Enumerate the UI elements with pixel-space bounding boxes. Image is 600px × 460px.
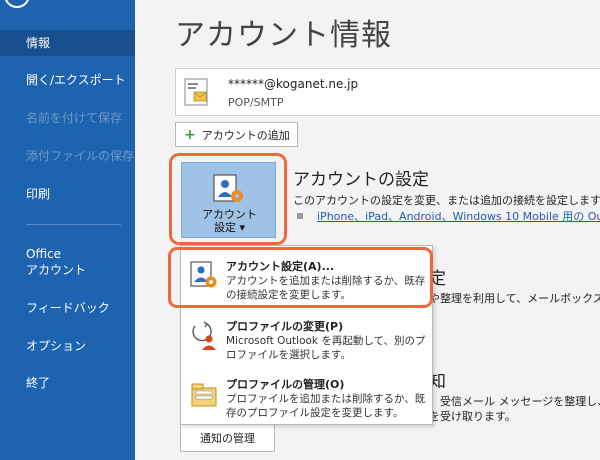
sidebar-item-exit[interactable]: 終了: [0, 375, 135, 391]
account-type: POP/SMTP: [228, 96, 284, 109]
sidebar-item-info[interactable]: 情報: [0, 30, 135, 56]
settings-button-highlight: アカウント 設定 ▾: [169, 153, 287, 245]
sidebar-item-save-attachments: 添付ファイルの保存: [26, 149, 135, 163]
add-account-button[interactable]: + アカウントの追加: [175, 122, 298, 147]
manage-profiles-icon: [191, 383, 217, 407]
rules-alerts-desc-tail-2: を受け取ります。: [429, 410, 516, 423]
menu-item-change-profile[interactable]: プロファイルの変更(P) Microsoft Outlook を再起動して、別の…: [181, 310, 432, 366]
sidebar-item-save-as: 名前を付けて保存: [26, 111, 123, 125]
sidebar-divider: [26, 224, 121, 225]
backstage-sidebar: 情報 開く/エクスポート 名前を付けて保存 添付ファイルの保存 印刷 Offic…: [0, 0, 135, 460]
sidebar-item-options[interactable]: オプション: [0, 338, 135, 354]
account-settings-title: アカウントの設定: [293, 170, 429, 190]
rules-alerts-desc-tail-1: 、受信メール メッセージを整理し、: [429, 395, 600, 408]
account-selector[interactable]: ******@koganet.ne.jp POP/SMTP: [175, 68, 600, 116]
page-title: アカウント情報: [175, 18, 392, 53]
bullet-icon: [297, 213, 303, 219]
mail-account-icon: [184, 78, 208, 106]
account-settings-button[interactable]: アカウント 設定 ▾: [181, 162, 276, 238]
sidebar-item-feedback[interactable]: フィードバック: [0, 300, 135, 316]
mailbox-settings-desc-tail: や整理を利用して、メールボックスの: [429, 292, 600, 305]
account-settings-icon: [213, 174, 243, 202]
get-mobile-app-link[interactable]: iPhone、iPad、Android、Windows 10 Mobile 用の…: [317, 208, 600, 224]
back-arrow-icon[interactable]: [4, 0, 30, 8]
plus-icon: +: [184, 126, 196, 143]
change-profile-icon: [192, 321, 216, 350]
account-email: ******@koganet.ne.jp: [228, 77, 359, 91]
account-settings-desc: このアカウントの設定を変更、または追加の接続を設定します。: [293, 194, 600, 207]
menu-item-highlight: [168, 247, 433, 308]
sidebar-item-open-export[interactable]: 開く/エクスポート: [0, 72, 135, 88]
sidebar-item-print[interactable]: 印刷: [0, 186, 135, 202]
sidebar-item-office-account[interactable]: Office アカウント: [0, 246, 135, 278]
menu-item-manage-profiles[interactable]: プロファイルの管理(O) プロファイルを追加または削除するか、既存のプロファイル…: [181, 368, 432, 424]
